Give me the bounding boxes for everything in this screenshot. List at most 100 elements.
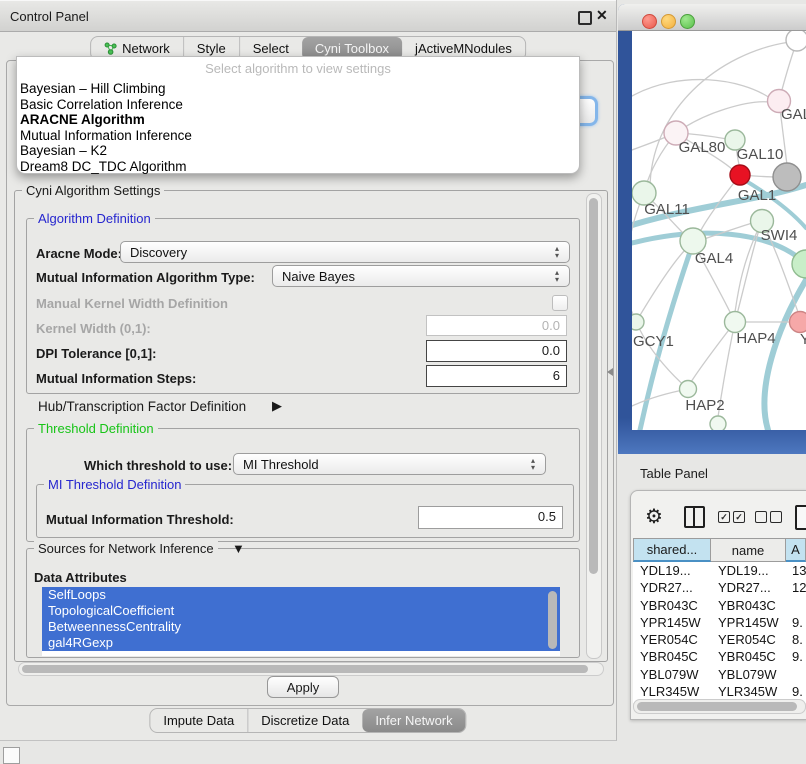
table-cell[interactable]: 8. — [786, 632, 806, 647]
mi-threshold-field[interactable]: 0.5 — [418, 506, 563, 529]
network-node-y[interactable] — [790, 312, 806, 333]
dropdown-option[interactable]: Bayesian – K2 — [17, 143, 579, 159]
float-window-icon[interactable] — [578, 11, 592, 25]
table-row[interactable]: YPR145WYPR145W9. — [633, 614, 806, 631]
table-cell[interactable]: YDR27... — [633, 580, 711, 595]
table-cell[interactable]: 13 — [786, 563, 806, 578]
hub-definition-expander-label[interactable]: Hub/Transcription Factor Definition — [38, 399, 246, 414]
table-row[interactable]: YBR043CYBR043C — [633, 597, 806, 614]
table-cell[interactable]: YER054C — [633, 632, 711, 647]
table-row[interactable]: YBL079WYBL079W — [633, 666, 806, 683]
columns-icon[interactable] — [684, 506, 705, 528]
dropdown-option[interactable]: Bayesian – Hill Climbing — [17, 81, 579, 97]
network-window-titlebar[interactable] — [618, 4, 806, 31]
table-cell[interactable]: YDL19... — [633, 563, 711, 578]
tab-label: Discretize Data — [261, 713, 349, 728]
network-edge[interactable] — [735, 230, 759, 322]
settings-vertical-scrollbar[interactable] — [586, 193, 602, 659]
network-edge[interactable] — [632, 136, 668, 150]
which-threshold-select[interactable]: MI Threshold ▴▾ — [233, 453, 546, 475]
dropdown-option-selected[interactable]: ARACNE Algorithm — [17, 112, 579, 128]
dropdown-option[interactable]: Dream8 DC_TDC Algorithm — [17, 159, 579, 175]
table-cell[interactable]: 9. — [786, 649, 806, 664]
table-cell[interactable]: YDL19... — [711, 563, 786, 578]
network-edge[interactable] — [650, 42, 790, 193]
manual-kernel-width-checkbox[interactable] — [552, 295, 568, 311]
kernel-width-field[interactable]: 0.0 — [426, 315, 567, 336]
export-table-icon[interactable] — [795, 505, 806, 530]
zoom-traffic-light-icon[interactable] — [680, 14, 695, 29]
close-traffic-light-icon[interactable] — [642, 14, 657, 29]
tab-infer-network[interactable]: Infer Network — [362, 709, 465, 732]
dropdown-option[interactable]: Basic Correlation Inference — [17, 97, 579, 113]
table-horizontal-scrollbar[interactable] — [633, 699, 806, 714]
close-icon[interactable]: ✕ — [596, 7, 608, 24]
table-row[interactable]: YBR045CYBR045C9. — [633, 648, 806, 665]
table-cell[interactable]: YLR345W — [711, 684, 786, 699]
column-header[interactable]: name — [711, 538, 786, 562]
table-row[interactable]: YLR345WYLR345W9. — [633, 683, 806, 700]
group-title: MI Threshold Definition — [44, 477, 185, 492]
column-header[interactable]: A — [786, 538, 806, 562]
control-panel-titlebar: Control Panel ✕ — [0, 0, 616, 32]
network-node[interactable] — [710, 416, 726, 430]
dropdown-option[interactable]: Mutual Information Inference — [17, 128, 579, 144]
table-cell[interactable]: YBR045C — [633, 649, 711, 664]
expander-expanded-icon[interactable]: ▼ — [228, 541, 249, 556]
network-node-hap2[interactable] — [680, 381, 697, 398]
table-cell[interactable]: 9. — [786, 615, 806, 630]
tab-impute-data[interactable]: Impute Data — [150, 709, 247, 732]
network-node[interactable] — [786, 31, 806, 51]
splitter-collapse-icon[interactable] — [607, 368, 613, 376]
data-attributes-list[interactable]: SelfLoops TopologicalCoefficient Between… — [42, 587, 560, 656]
network-node-gcy1[interactable] — [632, 314, 644, 330]
network-edge[interactable] — [764, 280, 806, 430]
scrollbar-thumb[interactable] — [22, 665, 588, 673]
table-cell[interactable]: YBR043C — [711, 598, 786, 613]
table-cell[interactable]: YPR145W — [633, 615, 711, 630]
list-item[interactable]: BetweennessCentrality — [42, 619, 560, 635]
scrollbar-thumb[interactable] — [637, 702, 797, 711]
table-cell[interactable]: YLR345W — [633, 684, 711, 699]
collapsed-panel-button[interactable] — [3, 747, 20, 764]
table-cell[interactable]: YBL079W — [633, 667, 711, 682]
settings-horizontal-scrollbar[interactable] — [18, 662, 604, 676]
deselect-all-columns-icon[interactable] — [755, 511, 782, 523]
list-scrollbar-thumb[interactable] — [548, 591, 557, 649]
manual-kernel-width-label: Manual Kernel Width Definition — [36, 296, 228, 311]
table-row[interactable]: YER054CYER054C8. — [633, 631, 806, 648]
table-cell[interactable]: 9. — [786, 684, 806, 699]
tab-discretize-data[interactable]: Discretize Data — [247, 709, 362, 732]
minimize-traffic-light-icon[interactable] — [661, 14, 676, 29]
network-edge[interactable] — [676, 102, 770, 133]
network-canvas[interactable]: GALGAL80GAL10GAL1GAL11GAL4SWI4HAP4YGCY1H… — [632, 31, 806, 430]
table-cell[interactable]: YBR043C — [633, 598, 711, 613]
network-graph[interactable]: GALGAL80GAL10GAL1GAL11GAL4SWI4HAP4YGCY1H… — [632, 31, 806, 430]
apply-button[interactable]: Apply — [267, 676, 339, 698]
aracne-mode-select[interactable]: Discovery ▴▾ — [120, 241, 570, 263]
network-node-gal1[interactable] — [730, 165, 750, 185]
table-row[interactable]: YDL19...YDL19...13 — [633, 562, 806, 579]
table-cell[interactable]: 12 — [786, 580, 806, 595]
column-header[interactable]: shared... — [633, 538, 711, 562]
table-cell[interactable]: YBL079W — [711, 667, 786, 682]
gear-icon[interactable]: ⚙ — [645, 504, 663, 529]
table-cell[interactable]: YDR27... — [711, 580, 786, 595]
scrollbar-thumb[interactable] — [589, 198, 598, 574]
table-cell[interactable]: YBR045C — [711, 649, 786, 664]
list-item[interactable]: gal4RGexp — [42, 635, 560, 651]
stepper-arrows-icon: ▴▾ — [553, 245, 561, 259]
expander-collapsed-icon[interactable]: ▶ — [272, 398, 282, 414]
dpi-tolerance-field[interactable]: 0.0 — [426, 340, 567, 362]
list-item[interactable]: SelfLoops — [42, 587, 560, 603]
network-edge[interactable] — [632, 193, 644, 316]
mi-algorithm-type-select[interactable]: Naive Bayes ▴▾ — [272, 265, 570, 287]
list-item[interactable]: TopologicalCoefficient — [42, 603, 560, 619]
table-cell[interactable]: YER054C — [711, 632, 786, 647]
mi-steps-field[interactable]: 6 — [426, 365, 567, 387]
table-cell[interactable]: YPR145W — [711, 615, 786, 630]
table-panel-title: Table Panel — [640, 466, 708, 481]
select-all-columns-icon[interactable]: ✓✓ — [718, 511, 745, 523]
table-row[interactable]: YDR27...YDR27...12 — [633, 579, 806, 596]
network-node[interactable] — [773, 163, 801, 191]
